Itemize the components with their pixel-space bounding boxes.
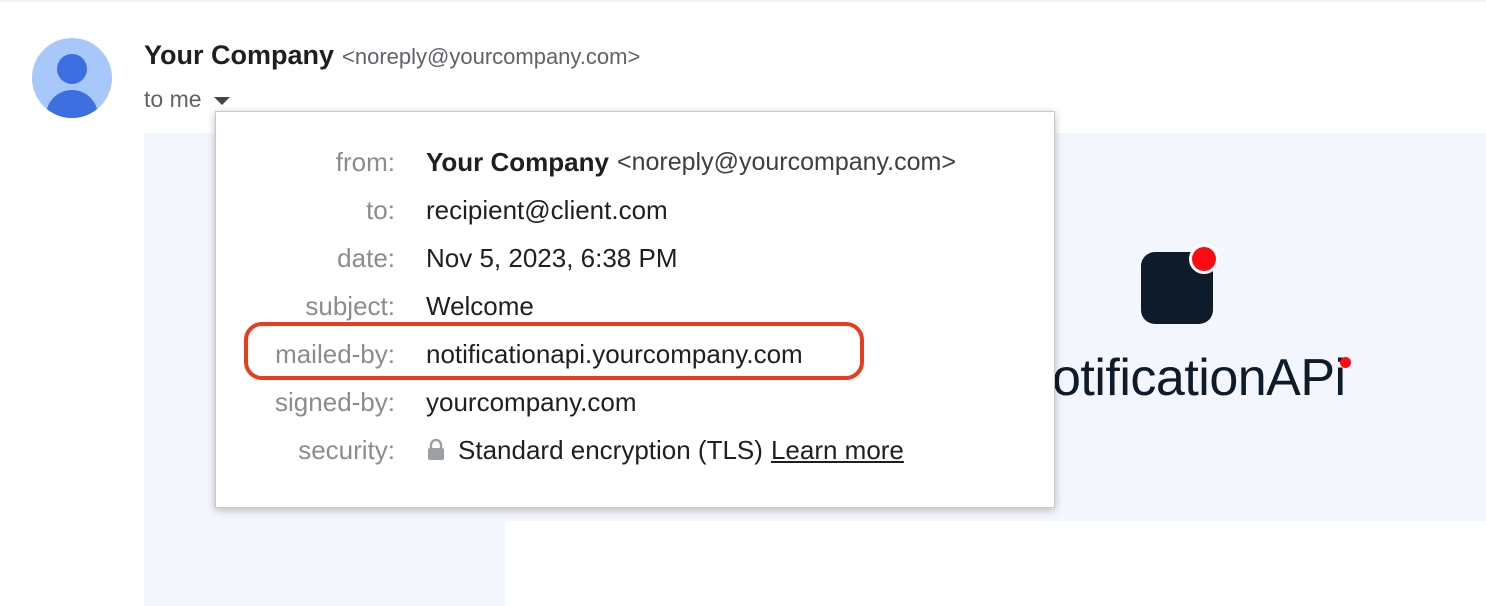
wordmark-dot-icon [1340, 357, 1351, 368]
detail-label: to: [366, 194, 395, 225]
security-text: Standard encryption (TLS) [458, 434, 763, 465]
top-divider [0, 0, 1486, 2]
detail-value: Standard encryption (TLS) Learn more [426, 435, 904, 466]
brand-wordmark: otificationAPi [1052, 349, 1346, 407]
learn-more-link[interactable]: Learn more [771, 435, 904, 466]
avatar-head [57, 54, 87, 84]
recipient-details-toggle[interactable]: to me [144, 84, 230, 114]
detail-label: security: [298, 434, 395, 465]
detail-row-signed-by: signed-by: yourcompany.com [216, 382, 1054, 422]
sender-name[interactable]: Your Company [144, 40, 334, 71]
detail-row-subject: subject: Welcome [216, 286, 1054, 326]
detail-value: Your Company <noreply@yourcompany.com> [426, 147, 956, 178]
detail-row-from: from: Your Company <noreply@yourcompany.… [216, 142, 1054, 182]
from-name: Your Company [426, 146, 609, 177]
detail-label: signed-by: [275, 386, 395, 417]
detail-label: from: [335, 146, 395, 177]
detail-label: subject: [305, 290, 395, 321]
detail-row-to: to: recipient@client.com [216, 190, 1054, 230]
avatar-body [46, 90, 98, 118]
detail-value: notificationapi.yourcompany.com [426, 338, 803, 369]
from-email: <noreply@yourcompany.com> [616, 147, 956, 176]
lock-icon [428, 438, 444, 460]
detail-value: Welcome [426, 290, 534, 321]
avatar[interactable] [32, 38, 112, 118]
notification-dot-icon [1189, 244, 1219, 274]
detail-value: recipient@client.com [426, 194, 668, 225]
detail-row-date: date: Nov 5, 2023, 6:38 PM [216, 238, 1054, 278]
sender-email: <noreply@yourcompany.com> [342, 44, 641, 69]
caret-down-icon[interactable] [213, 97, 230, 105]
message-details-popup: from: Your Company <noreply@yourcompany.… [215, 111, 1055, 508]
detail-value: yourcompany.com [426, 386, 637, 417]
detail-label: date: [337, 242, 395, 273]
detail-row-security: security: Standard encryption (TLS) Lear… [216, 430, 1054, 470]
sender-line: Your Company <noreply@yourcompany.com> [144, 40, 640, 74]
email-body-card [505, 521, 1486, 606]
to-me-label: to me [144, 85, 202, 112]
detail-value: Nov 5, 2023, 6:38 PM [426, 242, 678, 273]
detail-row-mailed-by: mailed-by: notificationapi.yourcompany.c… [216, 334, 1054, 374]
detail-label: mailed-by: [275, 338, 395, 369]
